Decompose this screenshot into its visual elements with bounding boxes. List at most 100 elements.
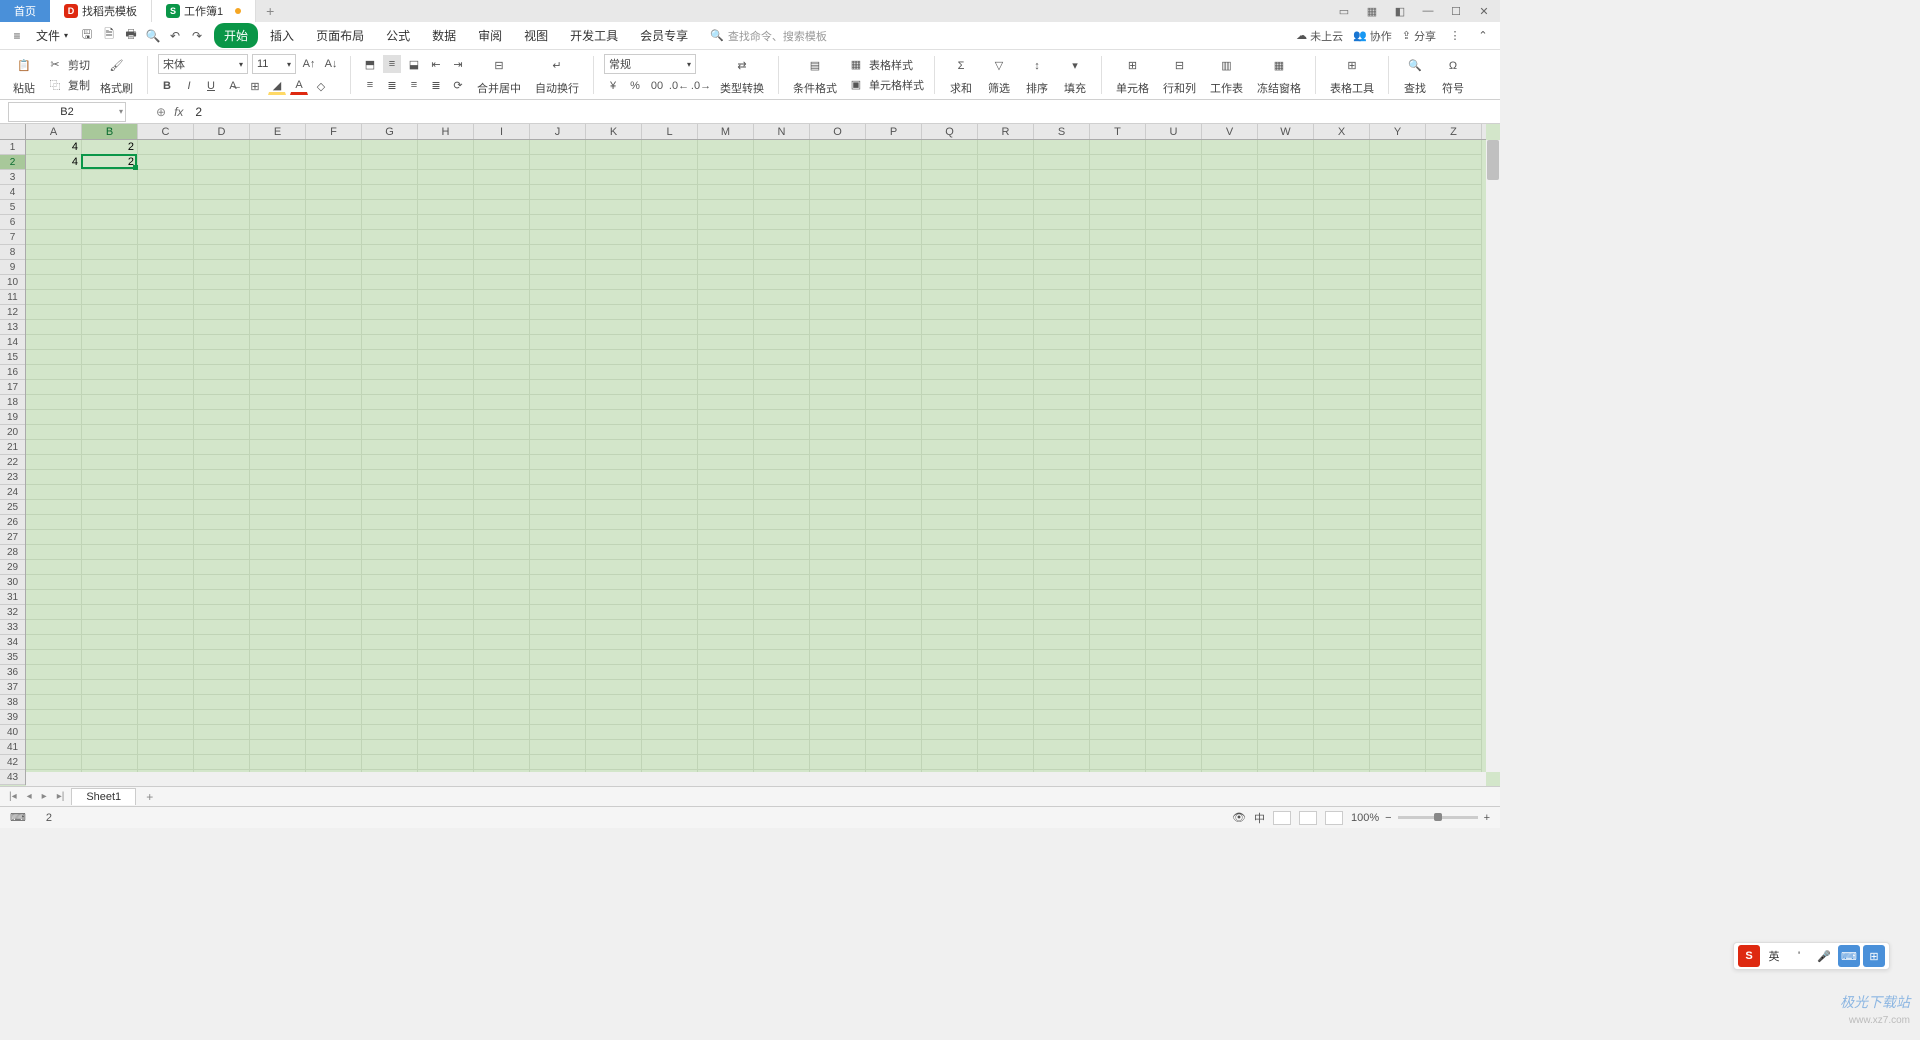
cell[interactable] xyxy=(1314,710,1370,725)
cell[interactable] xyxy=(922,695,978,710)
cell[interactable] xyxy=(866,515,922,530)
cell[interactable] xyxy=(530,545,586,560)
cell[interactable] xyxy=(194,230,250,245)
cell[interactable] xyxy=(418,425,474,440)
cell[interactable] xyxy=(306,530,362,545)
cell[interactable] xyxy=(418,380,474,395)
cell[interactable] xyxy=(922,725,978,740)
cell[interactable] xyxy=(922,515,978,530)
cell[interactable] xyxy=(1202,290,1258,305)
cell[interactable] xyxy=(1034,710,1090,725)
cell[interactable] xyxy=(1314,530,1370,545)
cell[interactable] xyxy=(754,455,810,470)
cell[interactable] xyxy=(866,725,922,740)
cell[interactable] xyxy=(82,425,138,440)
cell[interactable] xyxy=(26,365,82,380)
cell[interactable] xyxy=(194,725,250,740)
cell[interactable] xyxy=(978,305,1034,320)
cell[interactable] xyxy=(642,620,698,635)
cell[interactable] xyxy=(586,695,642,710)
cell[interactable] xyxy=(922,485,978,500)
cell[interactable] xyxy=(418,725,474,740)
font-name-combo[interactable]: 宋体▾ xyxy=(158,54,248,74)
cell[interactable] xyxy=(362,140,418,155)
first-sheet-icon[interactable]: |◂ xyxy=(6,791,20,802)
cell[interactable] xyxy=(1034,575,1090,590)
cell[interactable] xyxy=(866,350,922,365)
cell[interactable] xyxy=(1426,740,1482,755)
cell[interactable] xyxy=(138,620,194,635)
cell[interactable] xyxy=(922,590,978,605)
eye-icon[interactable]: 👁 xyxy=(1232,811,1246,824)
cell[interactable] xyxy=(362,245,418,260)
cell[interactable] xyxy=(754,365,810,380)
sum-button[interactable]: Σ求和 xyxy=(945,54,977,96)
cell[interactable] xyxy=(306,215,362,230)
cell[interactable] xyxy=(26,230,82,245)
wrap-button[interactable]: ↵自动换行 xyxy=(531,54,583,96)
ime-voice-icon[interactable]: 🎤 xyxy=(1813,945,1835,967)
cell[interactable] xyxy=(754,515,810,530)
cell[interactable] xyxy=(1426,200,1482,215)
cell[interactable] xyxy=(82,485,138,500)
col-header-Q[interactable]: Q xyxy=(922,124,978,139)
cell[interactable] xyxy=(362,200,418,215)
cell[interactable] xyxy=(1146,320,1202,335)
cell[interactable] xyxy=(1202,395,1258,410)
cell[interactable] xyxy=(586,575,642,590)
cell[interactable] xyxy=(138,500,194,515)
cell[interactable] xyxy=(810,305,866,320)
more-icon[interactable]: ⋮ xyxy=(1446,27,1464,45)
cell[interactable] xyxy=(586,335,642,350)
cell[interactable] xyxy=(194,620,250,635)
cell[interactable] xyxy=(978,455,1034,470)
col-header-T[interactable]: T xyxy=(1090,124,1146,139)
cell[interactable] xyxy=(82,755,138,770)
cell[interactable] xyxy=(82,665,138,680)
cell[interactable] xyxy=(1202,695,1258,710)
cell[interactable] xyxy=(754,485,810,500)
cell[interactable] xyxy=(474,515,530,530)
layout-icon[interactable]: ▭ xyxy=(1334,3,1354,19)
cell[interactable] xyxy=(530,695,586,710)
cell[interactable] xyxy=(1090,440,1146,455)
cell[interactable] xyxy=(250,440,306,455)
cell[interactable] xyxy=(418,365,474,380)
cell[interactable] xyxy=(1258,200,1314,215)
cell[interactable] xyxy=(306,395,362,410)
cell[interactable] xyxy=(922,335,978,350)
cell[interactable] xyxy=(1426,710,1482,725)
cell[interactable] xyxy=(586,260,642,275)
cell[interactable] xyxy=(698,260,754,275)
cell[interactable] xyxy=(418,215,474,230)
cell[interactable] xyxy=(362,740,418,755)
cell[interactable] xyxy=(1314,485,1370,500)
cell[interactable] xyxy=(26,380,82,395)
cell[interactable] xyxy=(642,245,698,260)
cell[interactable] xyxy=(1146,455,1202,470)
cell-style-button[interactable]: ▣单元格样式 xyxy=(847,76,924,94)
col-header-K[interactable]: K xyxy=(586,124,642,139)
cell[interactable] xyxy=(1258,185,1314,200)
cell[interactable] xyxy=(194,680,250,695)
cell[interactable] xyxy=(1202,365,1258,380)
cell[interactable] xyxy=(1146,350,1202,365)
cell[interactable] xyxy=(642,260,698,275)
cell[interactable] xyxy=(306,545,362,560)
cell[interactable] xyxy=(1202,170,1258,185)
cell[interactable] xyxy=(418,410,474,425)
cell[interactable] xyxy=(362,500,418,515)
cell[interactable] xyxy=(1258,740,1314,755)
cell[interactable] xyxy=(1090,530,1146,545)
cell[interactable] xyxy=(250,395,306,410)
row-header-23[interactable]: 23 xyxy=(0,470,25,485)
font-size-combo[interactable]: 11▾ xyxy=(252,54,296,74)
cell[interactable] xyxy=(138,395,194,410)
cell[interactable] xyxy=(922,635,978,650)
cell[interactable] xyxy=(194,605,250,620)
fill-color-button[interactable]: ◢ xyxy=(268,77,286,95)
cell[interactable] xyxy=(362,320,418,335)
cell[interactable] xyxy=(698,365,754,380)
cell[interactable] xyxy=(866,290,922,305)
cell[interactable] xyxy=(474,455,530,470)
